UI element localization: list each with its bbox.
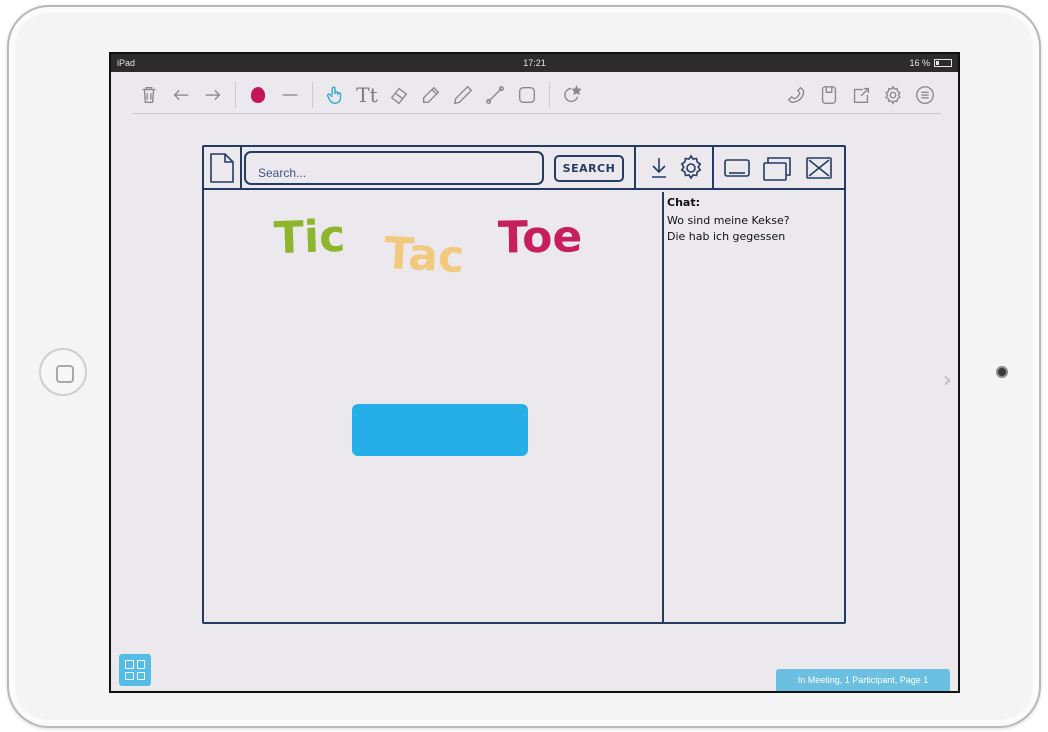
minimize-window-icon[interactable]: [722, 153, 752, 183]
trash-icon[interactable]: [134, 80, 164, 110]
meeting-status-badge[interactable]: In Meeting, 1 Participant, Page 1: [776, 669, 950, 691]
settings-icon[interactable]: [878, 80, 908, 110]
download-icon[interactable]: [644, 153, 674, 183]
undo-icon[interactable]: [166, 80, 196, 110]
chat-label: Chat:: [667, 196, 700, 209]
pen-icon[interactable]: [448, 80, 478, 110]
document-icon[interactable]: [814, 80, 844, 110]
clock: 17:21: [523, 58, 546, 68]
status-bar: iPad 17:21 16 %: [111, 54, 958, 72]
wireframe-mockup: SEARCH Tic: [202, 145, 846, 624]
document-icon: [209, 152, 235, 184]
text-tool-label: Tt: [356, 82, 378, 107]
header-divider: [634, 147, 636, 190]
play-button[interactable]: [352, 404, 528, 456]
grid-cell: [125, 660, 134, 669]
search-input[interactable]: [244, 151, 544, 185]
grid-cell: [136, 671, 145, 680]
toolbar-divider: [549, 81, 550, 108]
title-word-tac: Tac: [382, 227, 466, 284]
search-button[interactable]: SEARCH: [554, 155, 624, 182]
battery-percent: 16 %: [909, 58, 930, 68]
chat-divider: [662, 192, 664, 624]
battery-icon: [934, 59, 952, 67]
line-tool-icon[interactable]: [480, 80, 510, 110]
marker-icon[interactable]: [416, 80, 446, 110]
list-icon[interactable]: [910, 80, 940, 110]
chat-message: Wo sind meine Kekse?: [667, 214, 790, 227]
next-page-chevron-icon[interactable]: ›: [943, 368, 952, 393]
page-grid-button[interactable]: [119, 654, 151, 686]
share-icon[interactable]: [846, 80, 876, 110]
chat-message: Die hab ich gegessen: [667, 230, 786, 243]
title-word-tic: Tic: [273, 210, 347, 265]
game-canvas: Tic Tac Toe: [204, 192, 662, 624]
front-camera: [996, 366, 1008, 378]
title-word-toe: Toe: [497, 211, 583, 264]
header-divider: [712, 147, 714, 190]
color-icon[interactable]: [243, 80, 273, 110]
gear-icon[interactable]: [676, 153, 706, 183]
close-window-icon[interactable]: [804, 153, 834, 183]
grid-cell: [125, 671, 134, 680]
text-icon[interactable]: Tt: [352, 80, 382, 110]
line-width-icon[interactable]: [275, 80, 305, 110]
toolbar-divider: [235, 81, 236, 108]
chat-panel: Chat: Wo sind meine Kekse? Die hab ich g…: [667, 196, 842, 245]
app-toolbar: Tt: [133, 76, 941, 114]
shape-icon[interactable]: [512, 80, 542, 110]
grid-cell: [136, 660, 145, 669]
star-stamp-icon[interactable]: [557, 80, 587, 110]
toolbar-divider: [312, 81, 313, 108]
restore-window-icon[interactable]: [762, 153, 792, 183]
redo-icon[interactable]: [198, 80, 228, 110]
ipad-frame: iPad 17:21 16 % Tt Search... SEARCH Tic …: [7, 5, 1041, 728]
eraser-icon[interactable]: [384, 80, 414, 110]
hand-pointer-icon[interactable]: [320, 80, 350, 110]
battery-status: 16 %: [909, 54, 952, 72]
mockup-header: SEARCH: [204, 147, 844, 190]
phone-icon[interactable]: [782, 80, 812, 110]
header-divider: [240, 147, 242, 190]
home-button[interactable]: [39, 348, 87, 396]
app-screen: iPad 17:21 16 % Tt Search... SEARCH Tic …: [109, 52, 960, 693]
